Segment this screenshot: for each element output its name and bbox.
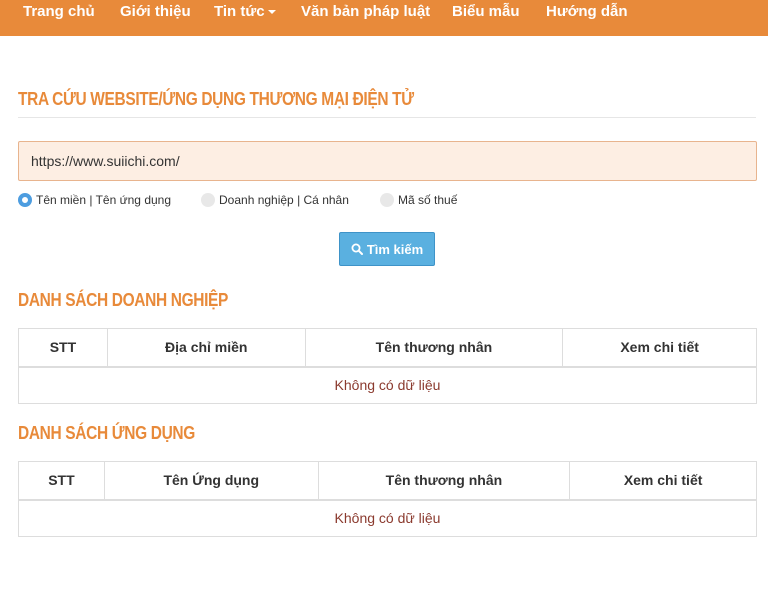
table-row: Không có dữ liệu [18, 366, 757, 404]
nav-item-forms[interactable]: Biểu mẫu [452, 3, 520, 20]
empty-message: Không có dữ liệu [18, 499, 757, 537]
radio-business[interactable]: Doanh nghiệp | Cá nhân [201, 193, 349, 207]
table-row: Không có dữ liệu [18, 499, 757, 537]
radio-tax-code[interactable]: Mã số thuế [380, 193, 457, 207]
empty-message: Không có dữ liệu [18, 366, 757, 404]
app-list-title: DANH SÁCH ỨNG DỤNG [18, 423, 195, 443]
chevron-down-icon [267, 10, 276, 15]
search-title: TRA CỨU WEBSITE/ỨNG DỤNG THƯƠNG MẠI ĐIỆN… [18, 89, 414, 109]
table-header-row: STT Tên Ứng dụng Tên thương nhân Xem chi… [18, 461, 757, 501]
nav-item-legal-docs[interactable]: Văn bản pháp luật [301, 3, 430, 20]
radio-business-label: Doanh nghiệp | Cá nhân [219, 193, 349, 207]
table-header-row: STT Địa chỉ miền Tên thương nhân Xem chi… [18, 328, 757, 368]
business-table: STT Địa chỉ miền Tên thương nhân Xem chi… [18, 328, 757, 404]
radio-domain[interactable]: Tên miền | Tên ứng dụng [18, 193, 171, 207]
radio-unchecked-icon [201, 193, 215, 207]
nav-item-about[interactable]: Giới thiệu [120, 3, 191, 20]
nav-item-news-label: Tin tức [214, 3, 265, 20]
column-header: Xem chi tiết [569, 461, 757, 501]
radio-unchecked-icon [380, 193, 394, 207]
search-button[interactable]: Tìm kiếm [339, 232, 435, 266]
search-icon [351, 243, 363, 255]
divider [18, 117, 756, 118]
top-nav: Trang chủ Giới thiệu Tin tức Văn bản phá… [0, 0, 768, 36]
column-header: STT [18, 328, 108, 368]
column-header: Địa chỉ miền [106, 328, 306, 368]
column-header: Xem chi tiết [562, 328, 757, 368]
app-table: STT Tên Ứng dụng Tên thương nhân Xem chi… [18, 461, 757, 537]
radio-checked-icon [18, 193, 32, 207]
column-header: Tên Ứng dụng [103, 461, 319, 501]
column-header: Tên thương nhân [317, 461, 571, 501]
radio-domain-label: Tên miền | Tên ứng dụng [36, 193, 172, 207]
nav-item-home[interactable]: Trang chủ [23, 3, 95, 20]
nav-item-guide[interactable]: Hướng dẫn [546, 3, 628, 20]
column-header: Tên thương nhân [304, 328, 564, 368]
search-input[interactable]: https://www.suiichi.com/ [18, 141, 757, 181]
radio-tax-code-label: Mã số thuế [398, 193, 458, 207]
column-header: STT [18, 461, 105, 501]
search-button-label: Tìm kiếm [366, 241, 424, 257]
nav-item-news[interactable]: Tin tức [214, 3, 276, 20]
business-list-title: DANH SÁCH DOANH NGHIỆP [18, 290, 229, 310]
